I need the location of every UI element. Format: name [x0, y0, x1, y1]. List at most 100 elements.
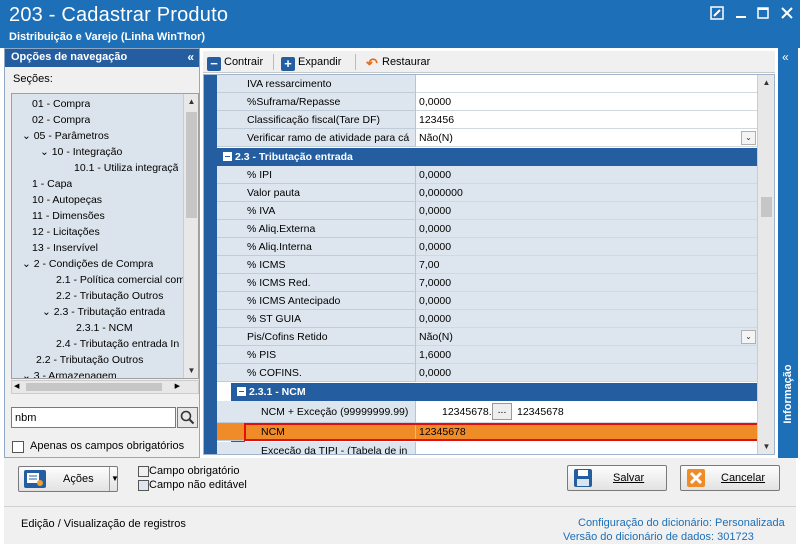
- grid-scrollbar[interactable]: ▲ ▼: [757, 75, 774, 454]
- actions-icon: [24, 470, 46, 488]
- tree-item[interactable]: 2.2 - Tributação Outros: [36, 352, 143, 368]
- group-header-ncm[interactable]: 2.3.1 - NCM: [231, 383, 759, 401]
- grid-toolbar: − Contrair + Expandir ↶ Restaurar: [203, 51, 775, 73]
- tree-item[interactable]: 2.4 - Tributação entrada In: [56, 336, 179, 352]
- sections-tree[interactable]: 01 - Compra 02 - Compra ⌄ 05 - Parâmetro…: [11, 93, 199, 379]
- scroll-down-icon[interactable]: ▼: [758, 439, 774, 454]
- collapse-group-icon[interactable]: [223, 152, 232, 161]
- expand-chevron-icon[interactable]: ⌄: [22, 130, 34, 142]
- edit-window-icon[interactable]: [708, 6, 726, 22]
- grid-row[interactable]: %Suframa/Repasse 0,0000: [217, 93, 759, 111]
- tree-scrollbar[interactable]: ▲ ▼: [183, 94, 198, 378]
- search-input[interactable]: [11, 407, 176, 428]
- grid-row[interactable]: Valor pauta 0,000000: [217, 184, 759, 202]
- restore-button[interactable]: ↶ Restaurar: [365, 53, 430, 71]
- search-button[interactable]: [177, 407, 198, 428]
- only-required-checkbox[interactable]: [12, 441, 24, 453]
- tree-item[interactable]: 10.1 - Utiliza integraçã: [74, 160, 178, 176]
- tree-item[interactable]: 1 - Capa: [32, 176, 72, 192]
- dictionary-config: Configuração do dicionário: Personalizad…: [578, 517, 785, 529]
- tree-item[interactable]: 2.2 - Tributação Outros: [56, 288, 163, 304]
- dropdown-chevron-icon[interactable]: ⌄: [741, 330, 756, 344]
- dropdown-chevron-icon[interactable]: ⌄: [741, 131, 756, 145]
- not-editable-legend-swatch: [138, 480, 149, 491]
- plus-icon: +: [281, 57, 295, 71]
- tree-item-expanded[interactable]: ⌄ 05 - Parâmetros: [22, 128, 109, 144]
- save-button[interactable]: Salvar: [567, 465, 667, 491]
- tree-item[interactable]: 11 - Dimensões: [32, 208, 105, 224]
- grid-row[interactable]: % IVA 0,0000: [217, 202, 759, 220]
- expand-chevron-icon[interactable]: ⌄: [22, 258, 34, 270]
- expand-chevron-icon[interactable]: ⌄: [22, 370, 34, 378]
- expand-chevron-icon[interactable]: ⌄: [42, 306, 54, 318]
- tree-item[interactable]: 02 - Compra: [32, 112, 90, 128]
- minimize-icon[interactable]: [732, 6, 750, 22]
- required-legend-label: Campo obrigatório: [149, 465, 240, 477]
- tree-item[interactable]: 01 - Compra: [32, 96, 90, 112]
- dictionary-version: Versão do dicionário de dados: 301723: [563, 531, 754, 543]
- not-editable-legend-label: Campo não editável: [149, 479, 247, 491]
- grid-row[interactable]: % ICMS Antecipado 0,0000: [217, 292, 759, 310]
- navigation-header-label: Opções de navegação: [11, 51, 128, 63]
- grid-row[interactable]: % Aliq.Interna 0,0000: [217, 238, 759, 256]
- collapse-group-icon[interactable]: [237, 387, 246, 396]
- ncm-highlight-box: [244, 423, 760, 441]
- collapse-panel-icon[interactable]: «: [187, 50, 194, 64]
- grid-row[interactable]: % ST GUIA 0,0000: [217, 310, 759, 328]
- grid-row[interactable]: IVA ressarcimento: [217, 75, 759, 93]
- tree-item[interactable]: 10 - Autopeças: [32, 192, 102, 208]
- info-panel-label: Informação: [782, 364, 794, 424]
- grid-row[interactable]: % PIS 1,6000: [217, 346, 759, 364]
- dropdown-arrow-icon[interactable]: ▼: [111, 467, 119, 491]
- status-label: Edição / Visualização de registros: [21, 518, 186, 530]
- collapse-button[interactable]: − Contrair: [207, 53, 263, 71]
- tree-item-expanded[interactable]: ⌄ 2.3 - Tributação entrada: [42, 304, 165, 320]
- scroll-up-icon[interactable]: ▲: [184, 94, 198, 109]
- grid-row[interactable]: Pis/Cofins Retido Não(N) ⌄: [217, 328, 759, 346]
- tree-item-selected[interactable]: 2.3.1 - NCM: [76, 320, 133, 336]
- sections-label: Seções:: [13, 73, 53, 85]
- cancel-icon: [686, 468, 706, 497]
- maximize-icon[interactable]: [754, 6, 772, 22]
- minus-icon: −: [207, 57, 221, 71]
- required-legend-swatch: [138, 466, 149, 477]
- scroll-thumb[interactable]: [186, 112, 197, 218]
- actions-button[interactable]: Ações ▼: [18, 466, 119, 492]
- scroll-thumb[interactable]: [761, 197, 772, 217]
- grid-row[interactable]: % Aliq.Externa 0,0000: [217, 220, 759, 238]
- scroll-right-icon[interactable]: ▶: [175, 381, 180, 393]
- window-title: 203 - Cadastrar Produto: [9, 4, 229, 26]
- expand-button[interactable]: + Expandir: [281, 53, 341, 71]
- cancel-button[interactable]: Cancelar: [680, 465, 780, 491]
- grid-row[interactable]: Classificação fiscal(Tare DF) 123456: [217, 111, 759, 129]
- grid-row[interactable]: Exceção da TIPI - (Tabela de in: [217, 442, 759, 454]
- grid-row[interactable]: % ICMS Red. 7,0000: [217, 274, 759, 292]
- scroll-down-icon[interactable]: ▼: [184, 363, 198, 378]
- tree-item-expanded[interactable]: ⌄ 10 - Integração: [40, 144, 122, 160]
- group-header-tributacao-entrada[interactable]: 2.3 - Tributação entrada: [217, 148, 759, 166]
- expand-panel-icon[interactable]: «: [782, 50, 789, 64]
- close-icon[interactable]: [778, 6, 796, 22]
- scroll-up-icon[interactable]: ▲: [758, 75, 774, 91]
- tree-item-expanded[interactable]: ⌄ 2 - Condições de Compra: [22, 256, 153, 272]
- save-icon: [573, 468, 593, 497]
- grid-row[interactable]: % COFINS. 0,0000: [217, 364, 759, 382]
- tree-item[interactable]: 2.1 - Política comercial com: [56, 272, 185, 288]
- tree-item[interactable]: 13 - Inservível: [32, 240, 98, 256]
- property-grid: IVA ressarcimento %Suframa/Repasse 0,000…: [203, 74, 775, 455]
- grid-row-ncm-exception[interactable]: NCM + Exceção (99999999.99) 12345678. ..…: [217, 401, 759, 423]
- grid-row[interactable]: Verificar ramo de atividade para cá Não(…: [217, 129, 759, 147]
- grid-row[interactable]: % ICMS 7,00: [217, 256, 759, 274]
- info-side-panel[interactable]: « Informação: [778, 48, 798, 458]
- grid-row[interactable]: % IPI 0,0000: [217, 166, 759, 184]
- restore-icon: ↶: [366, 55, 378, 71]
- tree-item-expanded[interactable]: ⌄ 3 - Armazenagem: [22, 368, 117, 378]
- scroll-thumb[interactable]: [26, 383, 162, 391]
- browse-button[interactable]: ...: [492, 403, 512, 420]
- navigation-panel: Opções de navegação « Seções: 01 - Compr…: [4, 48, 200, 458]
- tree-horizontal-scrollbar[interactable]: ◀ ▶: [11, 380, 199, 394]
- navigation-header: Opções de navegação «: [5, 49, 199, 67]
- tree-item[interactable]: 12 - Licitações: [32, 224, 100, 240]
- expand-chevron-icon[interactable]: ⌄: [40, 146, 52, 158]
- scroll-left-icon[interactable]: ◀: [14, 381, 19, 393]
